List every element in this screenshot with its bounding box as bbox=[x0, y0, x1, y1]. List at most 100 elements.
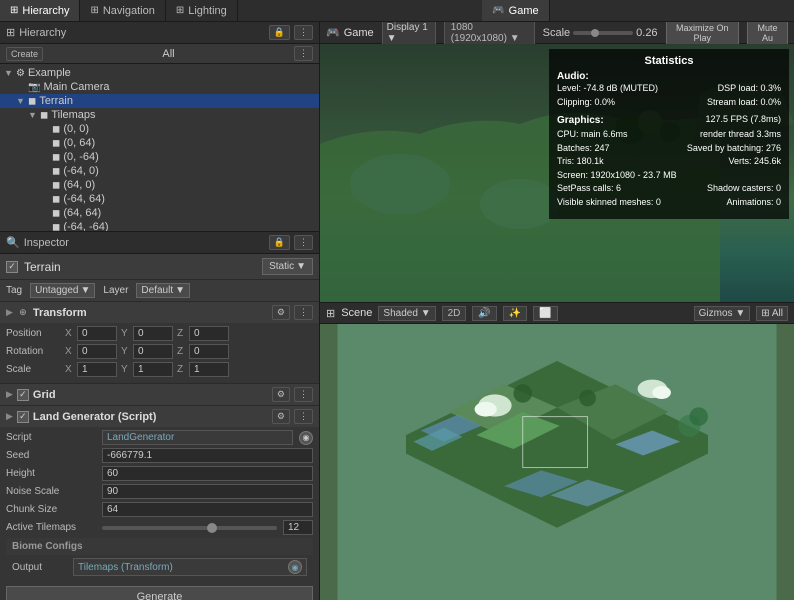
tab-hierarchy[interactable]: ⊞ Hierarchy bbox=[0, 0, 80, 21]
game-tab-label[interactable]: 🎮 Game bbox=[326, 26, 374, 39]
inspector-menu-btn[interactable]: ⋮ bbox=[294, 235, 313, 250]
tag-dropdown[interactable]: Untagged ▼ bbox=[30, 283, 95, 298]
tree-item-camera[interactable]: 📷 Main Camera bbox=[0, 80, 319, 94]
transform-collapse-icon[interactable]: ▶ bbox=[6, 307, 13, 318]
grid-overflow-btn[interactable]: ⋮ bbox=[294, 387, 313, 402]
height-input[interactable] bbox=[102, 466, 313, 481]
maximize-btn[interactable]: Maximize On Play bbox=[666, 22, 739, 45]
position-y-input[interactable] bbox=[133, 326, 173, 341]
scene-all-dropdown[interactable]: ⊞ All bbox=[756, 306, 788, 321]
scale-y-input[interactable] bbox=[133, 362, 173, 377]
scene-effects-btn[interactable]: ✨ bbox=[503, 306, 527, 321]
all-label: All bbox=[162, 48, 174, 60]
resolution-selector[interactable]: 1080 (1920x1080) ▼ bbox=[444, 22, 535, 46]
position-x-field: X bbox=[65, 326, 117, 341]
tree-item-terrain[interactable]: ▼ ◼ Terrain bbox=[0, 94, 319, 108]
tree-item-tile-64-0[interactable]: ◼ (64, 0) bbox=[0, 178, 319, 192]
scale-y-field: Y bbox=[121, 362, 173, 377]
stats-title: Statistics bbox=[557, 55, 781, 67]
static-dropdown[interactable]: Static ▼ bbox=[262, 258, 313, 275]
tree-item-tilemaps[interactable]: ▼ ◼ Tilemaps bbox=[0, 108, 319, 122]
position-z-input[interactable] bbox=[189, 326, 229, 341]
position-x-input[interactable] bbox=[77, 326, 117, 341]
land-collapse-icon[interactable]: ▶ bbox=[6, 411, 13, 422]
scene-terrain-svg bbox=[320, 324, 794, 600]
scale-xyz: X Y Z bbox=[65, 362, 313, 377]
audio-clipping-row: Clipping: 0.0% Stream load: 0.0% bbox=[557, 96, 781, 110]
create-btn[interactable]: Create bbox=[6, 47, 43, 61]
tree-arrow-tilemaps[interactable]: ▼ bbox=[28, 110, 40, 120]
inspector-lock-btn[interactable]: 🔒 bbox=[269, 235, 290, 250]
scale-x-input[interactable] bbox=[77, 362, 117, 377]
active-tilemaps-thumb[interactable] bbox=[207, 523, 217, 533]
tree-item-tile-64-64[interactable]: ◼ (64, 64) bbox=[0, 206, 319, 220]
grid-collapse-icon[interactable]: ▶ bbox=[6, 389, 13, 400]
tree-arrow-terrain[interactable]: ▼ bbox=[16, 96, 28, 106]
scene-audio-btn[interactable]: 🔊 bbox=[472, 306, 496, 321]
scale-slider[interactable] bbox=[573, 31, 633, 35]
object-active-checkbox[interactable]: ✓ bbox=[6, 261, 18, 273]
scene-search-icon: ⊞ bbox=[761, 308, 769, 319]
mute-btn[interactable]: Mute Au bbox=[747, 22, 788, 45]
land-checkbox[interactable]: ✓ bbox=[17, 411, 29, 423]
script-select-btn[interactable]: ◉ bbox=[299, 431, 313, 445]
hierarchy-settings-btn[interactable]: ⋮ bbox=[294, 46, 313, 61]
tag-layer-row: Tag Untagged ▼ Layer Default ▼ bbox=[0, 280, 319, 302]
active-tilemaps-input[interactable] bbox=[283, 520, 313, 535]
transform-header[interactable]: ▶ ⊕ Transform ⚙ ⋮ bbox=[0, 302, 319, 323]
hierarchy-menu-btn[interactable]: ⋮ bbox=[294, 25, 313, 40]
transform-overflow-btn[interactable]: ⋮ bbox=[294, 305, 313, 320]
scale-label: Scale bbox=[6, 364, 61, 375]
land-generator-header[interactable]: ▶ ✓ Land Generator (Script) ⚙ ⋮ bbox=[0, 406, 319, 427]
chunk-size-input[interactable] bbox=[102, 502, 313, 517]
tab-game[interactable]: 🎮 Game bbox=[482, 0, 549, 21]
shading-dropdown[interactable]: Shaded ▼ bbox=[378, 306, 435, 321]
scene-tab-label[interactable]: Scene bbox=[341, 307, 372, 319]
output-label: Output bbox=[12, 562, 67, 573]
tree-item-tile-0-n64[interactable]: ◼ (0, -64) bbox=[0, 150, 319, 164]
script-ref[interactable]: LandGenerator bbox=[102, 430, 293, 445]
layer-dropdown[interactable]: Default ▼ bbox=[136, 283, 190, 298]
grid-header[interactable]: ▶ ✓ Grid ⚙ ⋮ bbox=[0, 384, 319, 405]
generate-btn[interactable]: Generate bbox=[6, 586, 313, 600]
tree-arrow-example[interactable]: ▼ bbox=[4, 68, 16, 78]
land-settings-btn[interactable]: ⚙ bbox=[272, 409, 290, 424]
tree-item-tile-0-64[interactable]: ◼ (0, 64) bbox=[0, 136, 319, 150]
layer-label: Layer bbox=[103, 285, 128, 296]
inspector-header: 🔍 Inspector 🔒 ⋮ bbox=[0, 232, 319, 254]
tag-label: Tag bbox=[6, 285, 22, 296]
tree-view[interactable]: ▼ ⚙ Example 📷 Main Camera ▼ ◼ Terrain bbox=[0, 64, 319, 231]
height-row: Height bbox=[6, 466, 313, 481]
land-overflow-btn[interactable]: ⋮ bbox=[294, 409, 313, 424]
camera-icon: 📷 bbox=[28, 82, 40, 93]
position-row: Position X Y Z bbox=[6, 326, 313, 341]
display-selector[interactable]: Display 1 ▼ bbox=[382, 22, 436, 46]
scale-thumb[interactable] bbox=[591, 29, 599, 37]
tree-item-tile-n64-n64[interactable]: ◼ (-64, -64) bbox=[0, 220, 319, 231]
noise-scale-input[interactable] bbox=[102, 484, 313, 499]
2d-btn[interactable]: 2D bbox=[442, 306, 467, 321]
output-ref[interactable]: Tilemaps (Transform) ◉ bbox=[73, 558, 307, 576]
tree-item-tile-n64-64[interactable]: ◼ (-64, 64) bbox=[0, 192, 319, 206]
tree-item-tile-0-0[interactable]: ◼ (0, 0) bbox=[0, 122, 319, 136]
seed-input[interactable] bbox=[102, 448, 313, 463]
scene-skybox-btn[interactable]: ⬜ bbox=[533, 306, 557, 321]
output-select-btn[interactable]: ◉ bbox=[288, 560, 302, 574]
tree-item-tile-n64-0[interactable]: ◼ (-64, 0) bbox=[0, 164, 319, 178]
scene-canvas[interactable] bbox=[320, 324, 794, 600]
scale-z-input[interactable] bbox=[189, 362, 229, 377]
hierarchy-lock-btn[interactable]: 🔒 bbox=[269, 25, 290, 40]
grid-settings-btn[interactable]: ⚙ bbox=[272, 387, 290, 402]
tab-navigation[interactable]: ⊞ Navigation bbox=[80, 0, 165, 21]
batches-row: Batches: 247 Saved by batching: 276 bbox=[557, 142, 781, 156]
gizmos-dropdown[interactable]: Gizmos ▼ bbox=[694, 306, 751, 321]
grid-checkbox[interactable]: ✓ bbox=[17, 389, 29, 401]
tree-item-example[interactable]: ▼ ⚙ Example bbox=[0, 66, 319, 80]
tab-lighting[interactable]: ⊞ Lighting bbox=[166, 0, 238, 21]
active-tilemaps-slider[interactable] bbox=[102, 526, 277, 530]
biome-configs-label: Biome Configs bbox=[6, 538, 313, 555]
rotation-z-input[interactable] bbox=[189, 344, 229, 359]
rotation-y-input[interactable] bbox=[133, 344, 173, 359]
rotation-x-input[interactable] bbox=[77, 344, 117, 359]
transform-settings-btn[interactable]: ⚙ bbox=[272, 305, 290, 320]
